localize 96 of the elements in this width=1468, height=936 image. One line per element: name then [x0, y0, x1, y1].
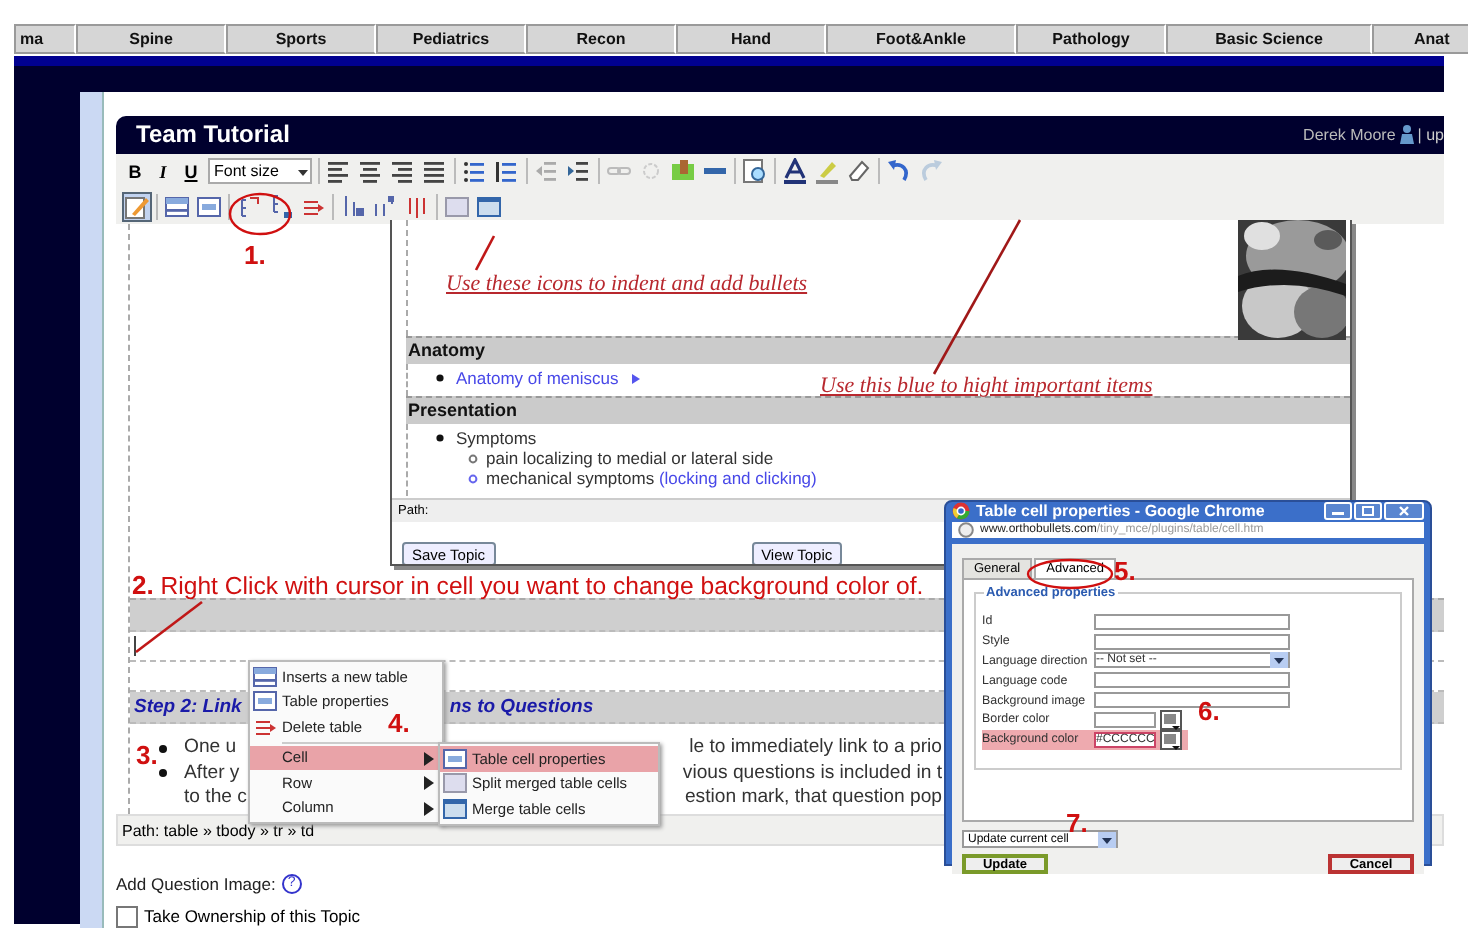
dropdown-icon: [1270, 652, 1288, 669]
editor-title: Team Tutorial: [136, 120, 290, 149]
annotation-circle: [228, 192, 292, 236]
split-cells-icon[interactable]: [444, 193, 470, 220]
heading-text: ns to Questions: [449, 696, 594, 719]
preview-icon[interactable]: [742, 158, 768, 185]
list-text: pain localizing to medial or lateral side: [486, 448, 774, 468]
checkbox[interactable]: [116, 905, 138, 928]
bullet-icon: [436, 374, 444, 382]
user-name[interactable]: Derek Moore: [1303, 125, 1396, 144]
eraser-icon[interactable]: [846, 158, 872, 185]
italic-button[interactable]: I: [152, 161, 174, 182]
step-number: 4.: [388, 708, 410, 738]
font-size-select[interactable]: Font size: [208, 158, 312, 185]
row-before-icon[interactable]: [236, 193, 262, 220]
close-icon[interactable]: [1384, 502, 1424, 520]
nav-tab[interactable]: Basic Science: [1166, 24, 1372, 54]
body-text: to the c: [184, 786, 247, 812]
heading-text: Step 2: Link: [134, 696, 242, 719]
body-text: One u: [184, 736, 237, 762]
leader-line: [474, 235, 496, 271]
image-icon[interactable]: [670, 158, 696, 185]
user-link[interactable]: | up: [1417, 125, 1444, 144]
color-picker-icon[interactable]: [1160, 729, 1182, 750]
bullet-icon: [468, 453, 478, 463]
step-number: 5.: [1114, 556, 1136, 586]
list-text: mechanical symptoms (locking and clicking): [486, 468, 817, 488]
section-heading: Anatomy: [406, 336, 1350, 364]
nav-tab[interactable]: Foot&Ankle: [826, 24, 1016, 54]
scrollbar[interactable]: [80, 92, 104, 928]
row-after-icon[interactable]: [268, 193, 294, 220]
field-label: Add Question Image:: [116, 873, 276, 894]
align-left-icon[interactable]: [326, 158, 352, 185]
bold-button[interactable]: B: [124, 161, 146, 182]
nav-tab[interactable]: Pathology: [1016, 24, 1166, 54]
align-right-icon[interactable]: [390, 158, 416, 185]
color-picker-icon[interactable]: [1160, 709, 1182, 730]
nav-tab[interactable]: ma: [14, 24, 76, 54]
align-center-icon[interactable]: [358, 158, 384, 185]
body-text: le to immediately link to a prio: [689, 736, 942, 762]
bullet-icon: [468, 473, 478, 483]
input-field[interactable]: [1094, 711, 1156, 728]
dropdown-icon: [1098, 831, 1116, 847]
person-icon[interactable]: [1399, 124, 1414, 145]
step-number: 6.: [1198, 696, 1220, 726]
nav-tab[interactable]: Hand: [676, 24, 826, 54]
annotation-circle: [1026, 558, 1114, 590]
link[interactable]: Anatomy of meniscus: [456, 368, 619, 388]
annotation-note: Use these icons to indent and add bullets: [446, 272, 808, 296]
window-title: Table cell properties - Google Chrome: [976, 502, 1267, 520]
body-text: vious questions is included in t: [682, 761, 942, 787]
maximize-icon[interactable]: [1354, 502, 1382, 520]
list-text: Symptoms: [456, 428, 537, 448]
minimize-icon[interactable]: [1324, 502, 1352, 520]
underline-button[interactable]: U: [180, 161, 202, 182]
justify-icon[interactable]: [422, 158, 448, 185]
table-icon[interactable]: [164, 193, 190, 220]
step-number: 3.: [136, 740, 158, 770]
highlight-color-icon[interactable]: [814, 158, 840, 185]
input-field[interactable]: [1094, 672, 1290, 689]
split-cells-icon: [441, 770, 467, 797]
column-before-icon[interactable]: [340, 193, 366, 220]
table-row-icon[interactable]: [196, 193, 222, 220]
bullet-list-icon[interactable]: [462, 158, 488, 185]
numbered-list-icon[interactable]: [494, 158, 520, 185]
undo-icon[interactable]: [886, 158, 912, 185]
nav-tab[interactable]: Anat: [1372, 24, 1468, 54]
section-heading: Presentation: [406, 396, 1350, 424]
text-color-icon[interactable]: [782, 158, 808, 185]
leader-line: [135, 600, 203, 654]
annotation-note: Use this blue to hight important items: [820, 374, 1153, 398]
element-path: Path: table » tbody » tr » td: [122, 821, 315, 840]
input-field[interactable]: [1094, 613, 1290, 630]
nav-tab[interactable]: Pediatrics: [376, 24, 526, 54]
instruction-text: 2. Right Click with cursor in cell you want to change background color of.: [132, 570, 924, 600]
edit-icon[interactable]: [124, 193, 150, 220]
bullet-icon: [436, 434, 444, 442]
input-field[interactable]: [1094, 633, 1290, 650]
nav-tab[interactable]: Spine: [76, 24, 226, 54]
indent-icon[interactable]: [566, 158, 592, 185]
bullet-icon: [158, 743, 168, 754]
column-after-icon[interactable]: [372, 193, 398, 220]
merge-cells-icon[interactable]: [476, 193, 502, 220]
checkbox-label: Take Ownership of this Topic: [144, 906, 361, 927]
merge-cells-icon: [441, 795, 467, 822]
play-icon[interactable]: [630, 371, 643, 385]
bullet-icon: [158, 768, 168, 779]
nav-tab[interactable]: Sports: [226, 24, 376, 54]
nav-tab[interactable]: Recon: [526, 24, 676, 54]
body-text: After y: [184, 761, 240, 787]
text-cursor: [134, 636, 136, 657]
delete-column-icon[interactable]: [404, 193, 430, 220]
page-icon: [958, 522, 974, 538]
body-text: estion mark, that question pop: [684, 786, 942, 812]
step-number: 1.: [244, 240, 266, 270]
link[interactable]: (locking and clicking): [658, 468, 817, 488]
